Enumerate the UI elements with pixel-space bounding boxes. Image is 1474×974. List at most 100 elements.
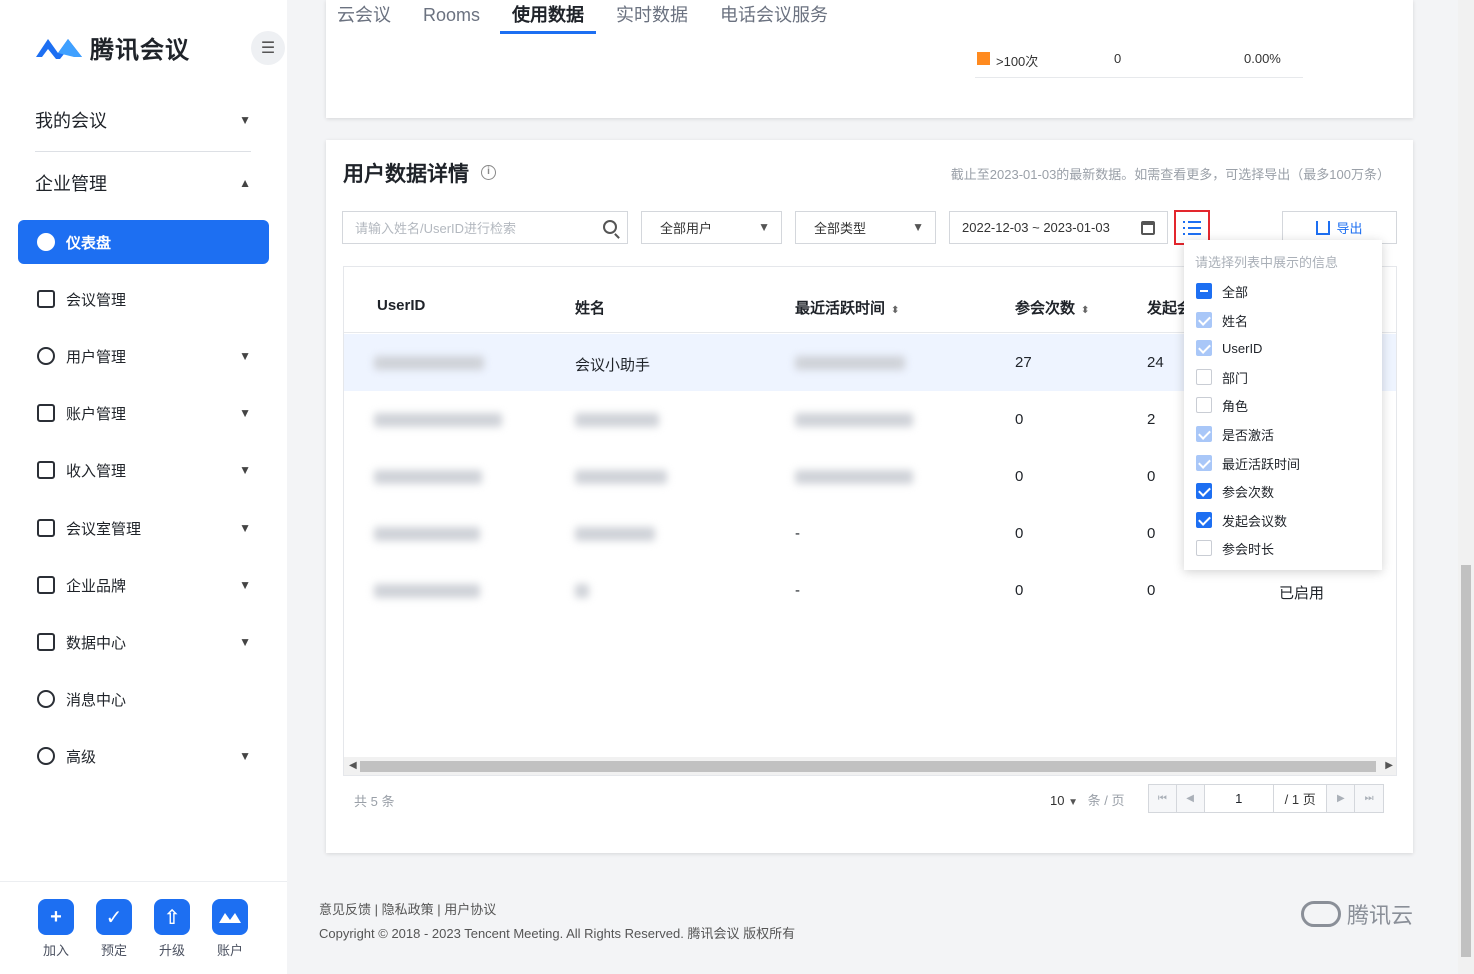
next-page-button[interactable]: ▶ bbox=[1327, 785, 1356, 812]
checkbox[interactable] bbox=[1196, 397, 1212, 413]
nav-my-meetings[interactable]: 我的会议 ▼ bbox=[35, 90, 251, 150]
nav-enterprise-management[interactable]: 企业管理 ▲ bbox=[35, 153, 251, 213]
column-option-role[interactable]: 角色 bbox=[1196, 395, 1248, 415]
sidebar-item-enterprise-brand[interactable]: 企业品牌 ▼ bbox=[18, 563, 269, 607]
collapse-sidebar-button[interactable]: ☰ bbox=[251, 31, 285, 65]
search-input[interactable]: 请输入姓名/UserID进行检索 bbox=[342, 211, 628, 244]
horizontal-scrollbar[interactable]: ◀ ▶ bbox=[344, 757, 1396, 775]
redacted-name bbox=[575, 470, 667, 484]
sidebar-item-label: 企业品牌 bbox=[66, 577, 127, 595]
page-number-input[interactable]: 1 bbox=[1205, 785, 1274, 812]
info-icon[interactable]: i bbox=[481, 165, 496, 180]
vertical-scrollbar[interactable] bbox=[1458, 0, 1474, 974]
tab-rooms[interactable]: Rooms bbox=[423, 0, 480, 34]
checkbox bbox=[1196, 455, 1212, 471]
sidebar-item-account-management[interactable]: 账户管理 ▼ bbox=[18, 391, 269, 435]
sidebar-item-user-management[interactable]: 用户管理 ▼ bbox=[18, 334, 269, 378]
sidebar-item-dashboard[interactable]: 仪表盘 bbox=[18, 220, 269, 264]
column-option-all[interactable]: 全部 bbox=[1196, 281, 1248, 301]
sidebar-item-advanced[interactable]: 高级 ▼ bbox=[18, 734, 269, 778]
column-header-attend-count[interactable]: 参会次数 ⬍ bbox=[1015, 297, 1089, 318]
column-option-hosted-count[interactable]: 发起会议数 bbox=[1196, 510, 1287, 530]
sidebar-item-room-management[interactable]: 会议室管理 ▼ bbox=[18, 506, 269, 550]
column-option-userid: UserID bbox=[1196, 338, 1262, 358]
tab-cloud-meeting[interactable]: 云会议 bbox=[337, 0, 391, 34]
first-page-button[interactable]: ⏮ bbox=[1149, 785, 1177, 812]
date-range-picker[interactable]: 2022-12-03 ~ 2023-01-03 bbox=[949, 211, 1168, 244]
checkbox[interactable] bbox=[1196, 540, 1212, 556]
scrollbar-thumb[interactable] bbox=[360, 761, 1376, 772]
checkbox[interactable] bbox=[1196, 483, 1212, 499]
tab-usage-data[interactable]: 使用数据 bbox=[500, 0, 597, 34]
sidebar-item-label: 数据中心 bbox=[66, 634, 127, 652]
page-size-select[interactable]: 10 ▼ 条 / 页 bbox=[1050, 790, 1124, 809]
column-option-department[interactable]: 部门 bbox=[1196, 367, 1248, 387]
sidebar-item-label: 用户管理 bbox=[66, 348, 127, 366]
type-filter-select[interactable]: 全部类型 ▼ bbox=[795, 211, 936, 244]
tab-phone-service[interactable]: 电话会议服务 bbox=[720, 0, 828, 34]
column-header-label: 最近活跃时间 bbox=[795, 300, 886, 317]
cloud-icon bbox=[1301, 901, 1341, 927]
column-option-attend-count[interactable]: 参会次数 bbox=[1196, 481, 1274, 501]
sidebar-item-message-center[interactable]: 消息中心 bbox=[18, 677, 269, 721]
legend-percent: 0.00% bbox=[1244, 51, 1281, 66]
download-icon bbox=[1316, 220, 1331, 235]
option-label: 参会次数 bbox=[1222, 484, 1275, 500]
column-picker-dropdown: 请选择列表中展示的信息 全部 姓名 UserID 部门 角色 是否激活 最近活跃… bbox=[1184, 240, 1382, 570]
upgrade-button[interactable]: ⇧ 升级 bbox=[153, 899, 191, 959]
chevron-down-icon: ▼ bbox=[239, 463, 251, 477]
total-count: 共 5 条 bbox=[354, 794, 395, 809]
account-button[interactable]: 账户 bbox=[211, 899, 249, 959]
sidebar-item-label: 账户管理 bbox=[66, 405, 127, 423]
redacted-last-active bbox=[795, 470, 913, 484]
sidebar-item-label: 会议室管理 bbox=[66, 520, 142, 538]
column-header-last-active[interactable]: 最近活跃时间 ⬍ bbox=[795, 297, 899, 318]
caret-down-icon: ▼ bbox=[758, 220, 770, 234]
dashboard-icon bbox=[37, 233, 55, 251]
footer-links[interactable]: 意见反馈 | 隐私政策 | 用户协议 bbox=[319, 899, 496, 918]
option-label: 发起会议数 bbox=[1222, 513, 1288, 529]
sort-icon[interactable]: ⬍ bbox=[1081, 305, 1089, 316]
checkbox[interactable] bbox=[1196, 369, 1212, 385]
scroll-left-icon[interactable]: ◀ bbox=[349, 760, 357, 771]
sort-icon[interactable]: ⬍ bbox=[891, 305, 899, 316]
search-icon[interactable] bbox=[603, 220, 617, 234]
legend-count: 0 bbox=[1114, 51, 1122, 66]
chevron-down-icon: ▼ bbox=[239, 521, 251, 535]
chevron-up-icon: ▲ bbox=[239, 176, 251, 190]
data-hint: 截止至2023-01-03的最新数据。如需查看更多，可选择导出（最多100万条） bbox=[950, 167, 1390, 182]
cell-hosted: 0 bbox=[1147, 525, 1156, 542]
cell-hosted: 0 bbox=[1147, 468, 1156, 485]
wallet-icon bbox=[37, 404, 55, 422]
redacted-last-active bbox=[795, 413, 913, 427]
user-filter-select[interactable]: 全部用户 ▼ bbox=[641, 211, 782, 244]
prev-page-button[interactable]: ◀ bbox=[1176, 785, 1205, 812]
join-button[interactable]: + 加入 bbox=[37, 899, 75, 959]
cell-attend: 27 bbox=[1015, 354, 1032, 371]
last-page-button[interactable]: ⏭ bbox=[1355, 785, 1383, 812]
tab-realtime-data[interactable]: 实时数据 bbox=[616, 0, 688, 34]
sidebar-item-label: 会议管理 bbox=[66, 291, 127, 309]
column-option-activated: 是否激活 bbox=[1196, 424, 1274, 444]
quick-action-label: 账户 bbox=[216, 943, 243, 958]
sidebar-item-data-center[interactable]: 数据中心 ▼ bbox=[18, 620, 269, 664]
caret-down-icon: ▼ bbox=[912, 220, 924, 234]
export-label: 导出 bbox=[1336, 221, 1363, 236]
caret-down-icon: ▼ bbox=[1068, 797, 1078, 808]
cell-attend: 0 bbox=[1015, 582, 1024, 599]
checkbox[interactable] bbox=[1196, 283, 1212, 299]
logo[interactable]: 腾讯会议 bbox=[34, 30, 190, 65]
schedule-button[interactable]: ✓ 预定 bbox=[95, 899, 133, 959]
scrollbar-thumb[interactable] bbox=[1461, 565, 1471, 957]
chevron-down-icon: ▼ bbox=[239, 349, 251, 363]
redacted-name bbox=[575, 584, 589, 598]
chevron-down-icon: ▼ bbox=[239, 406, 251, 420]
sidebar-item-meeting-management[interactable]: 会议管理 bbox=[18, 277, 269, 321]
table-row[interactable]: - 0 0 已启用 bbox=[344, 562, 1396, 619]
column-option-duration[interactable]: 参会时长 bbox=[1196, 538, 1274, 558]
sidebar-item-income-management[interactable]: 收入管理 ▼ bbox=[18, 448, 269, 492]
shield-icon bbox=[37, 747, 55, 765]
checkbox[interactable] bbox=[1196, 512, 1212, 528]
legend-swatch bbox=[977, 52, 990, 65]
scroll-right-icon[interactable]: ▶ bbox=[1385, 760, 1393, 771]
